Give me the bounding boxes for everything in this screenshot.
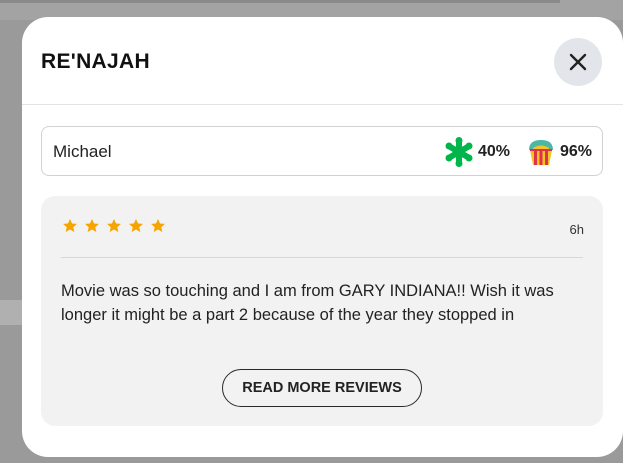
modal-header: RE'NAJAH (22, 17, 623, 105)
reviewer-name: Michael (53, 142, 112, 161)
star-rating (62, 218, 166, 234)
tomatometer-score: 40% (477, 143, 510, 160)
scores: 40% 96% (444, 137, 592, 167)
backdrop-divider (0, 0, 560, 3)
review-card: 6h Movie was so touching and I am from G… (41, 196, 603, 426)
popcorn-bucket-icon (528, 140, 553, 165)
star-icon (107, 219, 121, 232)
star-icon (129, 219, 143, 232)
star-icon (151, 219, 165, 232)
read-more-reviews-button[interactable]: READ MORE REVIEWS (222, 369, 422, 407)
review-text: Movie was so touching and I am from GARY… (61, 282, 554, 324)
modal-title: RE'NAJAH (41, 50, 150, 73)
close-icon (569, 53, 587, 71)
close-button[interactable] (554, 38, 602, 86)
review-modal: RE'NAJAH Michael 40% 96% 6h Movie was so… (22, 17, 623, 457)
review-divider (61, 257, 583, 258)
review-time: 6h (569, 222, 584, 237)
reviewer-card: Michael 40% 96% (41, 126, 603, 176)
splat-icon (445, 137, 473, 167)
star-icon (63, 219, 77, 232)
popcornmeter-score: 96% (559, 143, 592, 160)
star-icon (85, 219, 99, 232)
